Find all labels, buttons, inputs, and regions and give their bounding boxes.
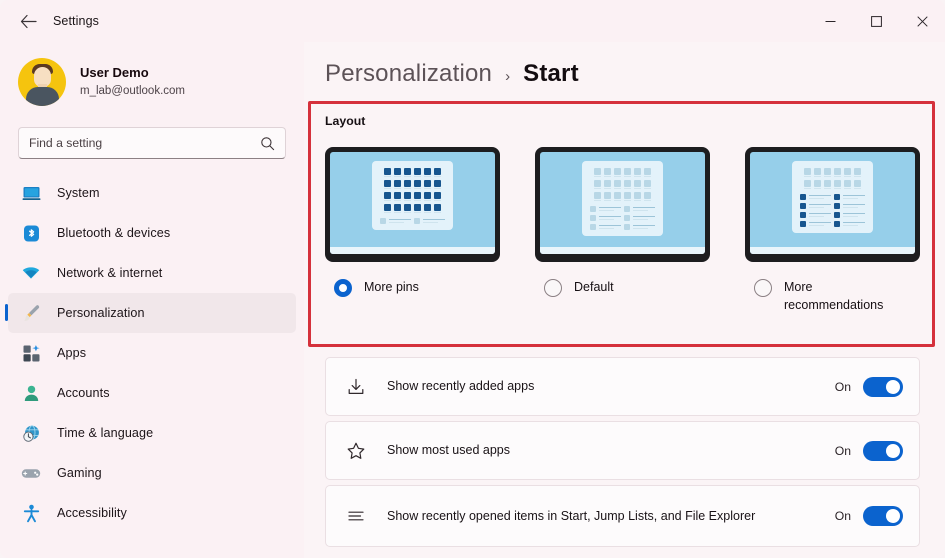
layout-option-more-recommendations[interactable]: More recommendations (745, 147, 920, 314)
sidebar-item-label: Accounts (57, 386, 110, 400)
layout-option-label: More recommendations (784, 280, 884, 312)
toggle-switch[interactable] (863, 440, 903, 461)
back-arrow-icon (20, 14, 37, 28)
setting-row-recently-opened-items[interactable]: Show recently opened items in Start, Jum… (325, 485, 920, 547)
paintbrush-icon (19, 301, 43, 325)
sidebar-item-system[interactable]: System (8, 173, 296, 213)
layout-options: More pins Default More recommendations (325, 147, 920, 314)
layout-radio-more-recommendations[interactable]: More recommendations (745, 278, 920, 314)
minimize-icon (825, 20, 835, 22)
clock-globe-icon (19, 421, 43, 445)
layout-thumbnail[interactable] (535, 147, 710, 262)
layout-option-label: Default (574, 280, 614, 294)
layout-option-default[interactable]: Default (535, 147, 710, 314)
download-icon (343, 377, 369, 397)
sidebar-item-accounts[interactable]: Accounts (8, 373, 296, 413)
accounts-icon (19, 381, 43, 405)
radio-button[interactable] (334, 279, 352, 297)
star-icon (343, 441, 369, 461)
gamepad-icon (19, 461, 43, 485)
setting-state: On (834, 509, 851, 523)
list-icon (343, 506, 369, 526)
sidebar: User Demo m_lab@outlook.com Find a setti… (0, 42, 304, 558)
layout-thumbnail[interactable] (325, 147, 500, 262)
layout-radio-more-pins[interactable]: More pins (325, 278, 500, 297)
sidebar-item-label: Gaming (57, 466, 102, 480)
minimize-button[interactable] (807, 0, 853, 42)
bluetooth-icon (19, 221, 43, 245)
sidebar-item-personalization[interactable]: Personalization (5, 293, 296, 333)
main-content: Personalization › Start Layout More pins… (304, 42, 945, 558)
toggle-switch[interactable] (863, 506, 903, 526)
sidebar-item-time-language[interactable]: Time & language (8, 413, 296, 453)
title-bar: Settings (0, 0, 945, 42)
sidebar-item-bluetooth-devices[interactable]: Bluetooth & devices (8, 213, 296, 253)
sidebar-item-label: Apps (57, 346, 87, 360)
apps-icon (19, 341, 43, 365)
wifi-icon (19, 261, 43, 285)
search-input[interactable] (29, 136, 260, 150)
sidebar-item-label: Time & language (57, 426, 154, 440)
setting-row-most-used-apps[interactable]: Show most used apps On (325, 421, 920, 480)
search-icon (260, 136, 275, 151)
window-controls (807, 0, 945, 42)
maximize-button[interactable] (853, 0, 899, 42)
sidebar-item-label: Bluetooth & devices (57, 226, 171, 240)
sidebar-nav: System Bluetooth & devices Network & int… (0, 173, 304, 533)
settings-list: Show recently added apps On Show most us… (325, 357, 920, 552)
window-title: Settings (53, 14, 99, 28)
avatar (18, 58, 66, 106)
system-icon (19, 181, 43, 205)
settings-window: Settings User Demo m_lab@outlook.com Fin… (0, 0, 945, 558)
setting-state: On (834, 443, 851, 458)
breadcrumb-parent[interactable]: Personalization (325, 60, 492, 88)
profile-section[interactable]: User Demo m_lab@outlook.com (0, 52, 304, 106)
setting-label: Show most used apps (387, 443, 510, 457)
layout-option-label: More pins (364, 280, 419, 294)
maximize-icon (870, 15, 882, 27)
setting-row-recently-added-apps[interactable]: Show recently added apps On (325, 357, 920, 416)
layout-section-label: Layout (325, 114, 366, 128)
back-button[interactable] (11, 6, 45, 36)
sidebar-item-label: Network & internet (57, 266, 163, 280)
radio-button[interactable] (754, 279, 772, 297)
sidebar-item-label: Personalization (57, 306, 145, 320)
accessibility-icon (19, 501, 43, 525)
sidebar-item-label: System (57, 186, 100, 200)
page-title: Start (523, 60, 579, 87)
layout-radio-default[interactable]: Default (535, 278, 710, 297)
radio-button[interactable] (544, 279, 562, 297)
sidebar-item-accessibility[interactable]: Accessibility (8, 493, 296, 533)
setting-label: Show recently opened items in Start, Jum… (387, 508, 756, 523)
breadcrumb-separator-icon: › (505, 68, 511, 85)
setting-state: On (834, 379, 851, 394)
sidebar-item-network-internet[interactable]: Network & internet (8, 253, 296, 293)
profile-email: m_lab@outlook.com (80, 85, 185, 97)
search-box[interactable] (18, 127, 286, 159)
toggle-switch[interactable] (863, 376, 903, 397)
sidebar-item-label: Accessibility (57, 506, 127, 520)
close-icon (916, 15, 928, 27)
layout-option-more-pins[interactable]: More pins (325, 147, 500, 314)
close-button[interactable] (899, 0, 945, 42)
breadcrumb: Personalization › Start (304, 42, 945, 88)
sidebar-item-gaming[interactable]: Gaming (8, 453, 296, 493)
layout-thumbnail[interactable] (745, 147, 920, 262)
profile-name: User Demo (80, 65, 149, 80)
sidebar-item-apps[interactable]: Apps (8, 333, 296, 373)
setting-label: Show recently added apps (387, 379, 535, 393)
